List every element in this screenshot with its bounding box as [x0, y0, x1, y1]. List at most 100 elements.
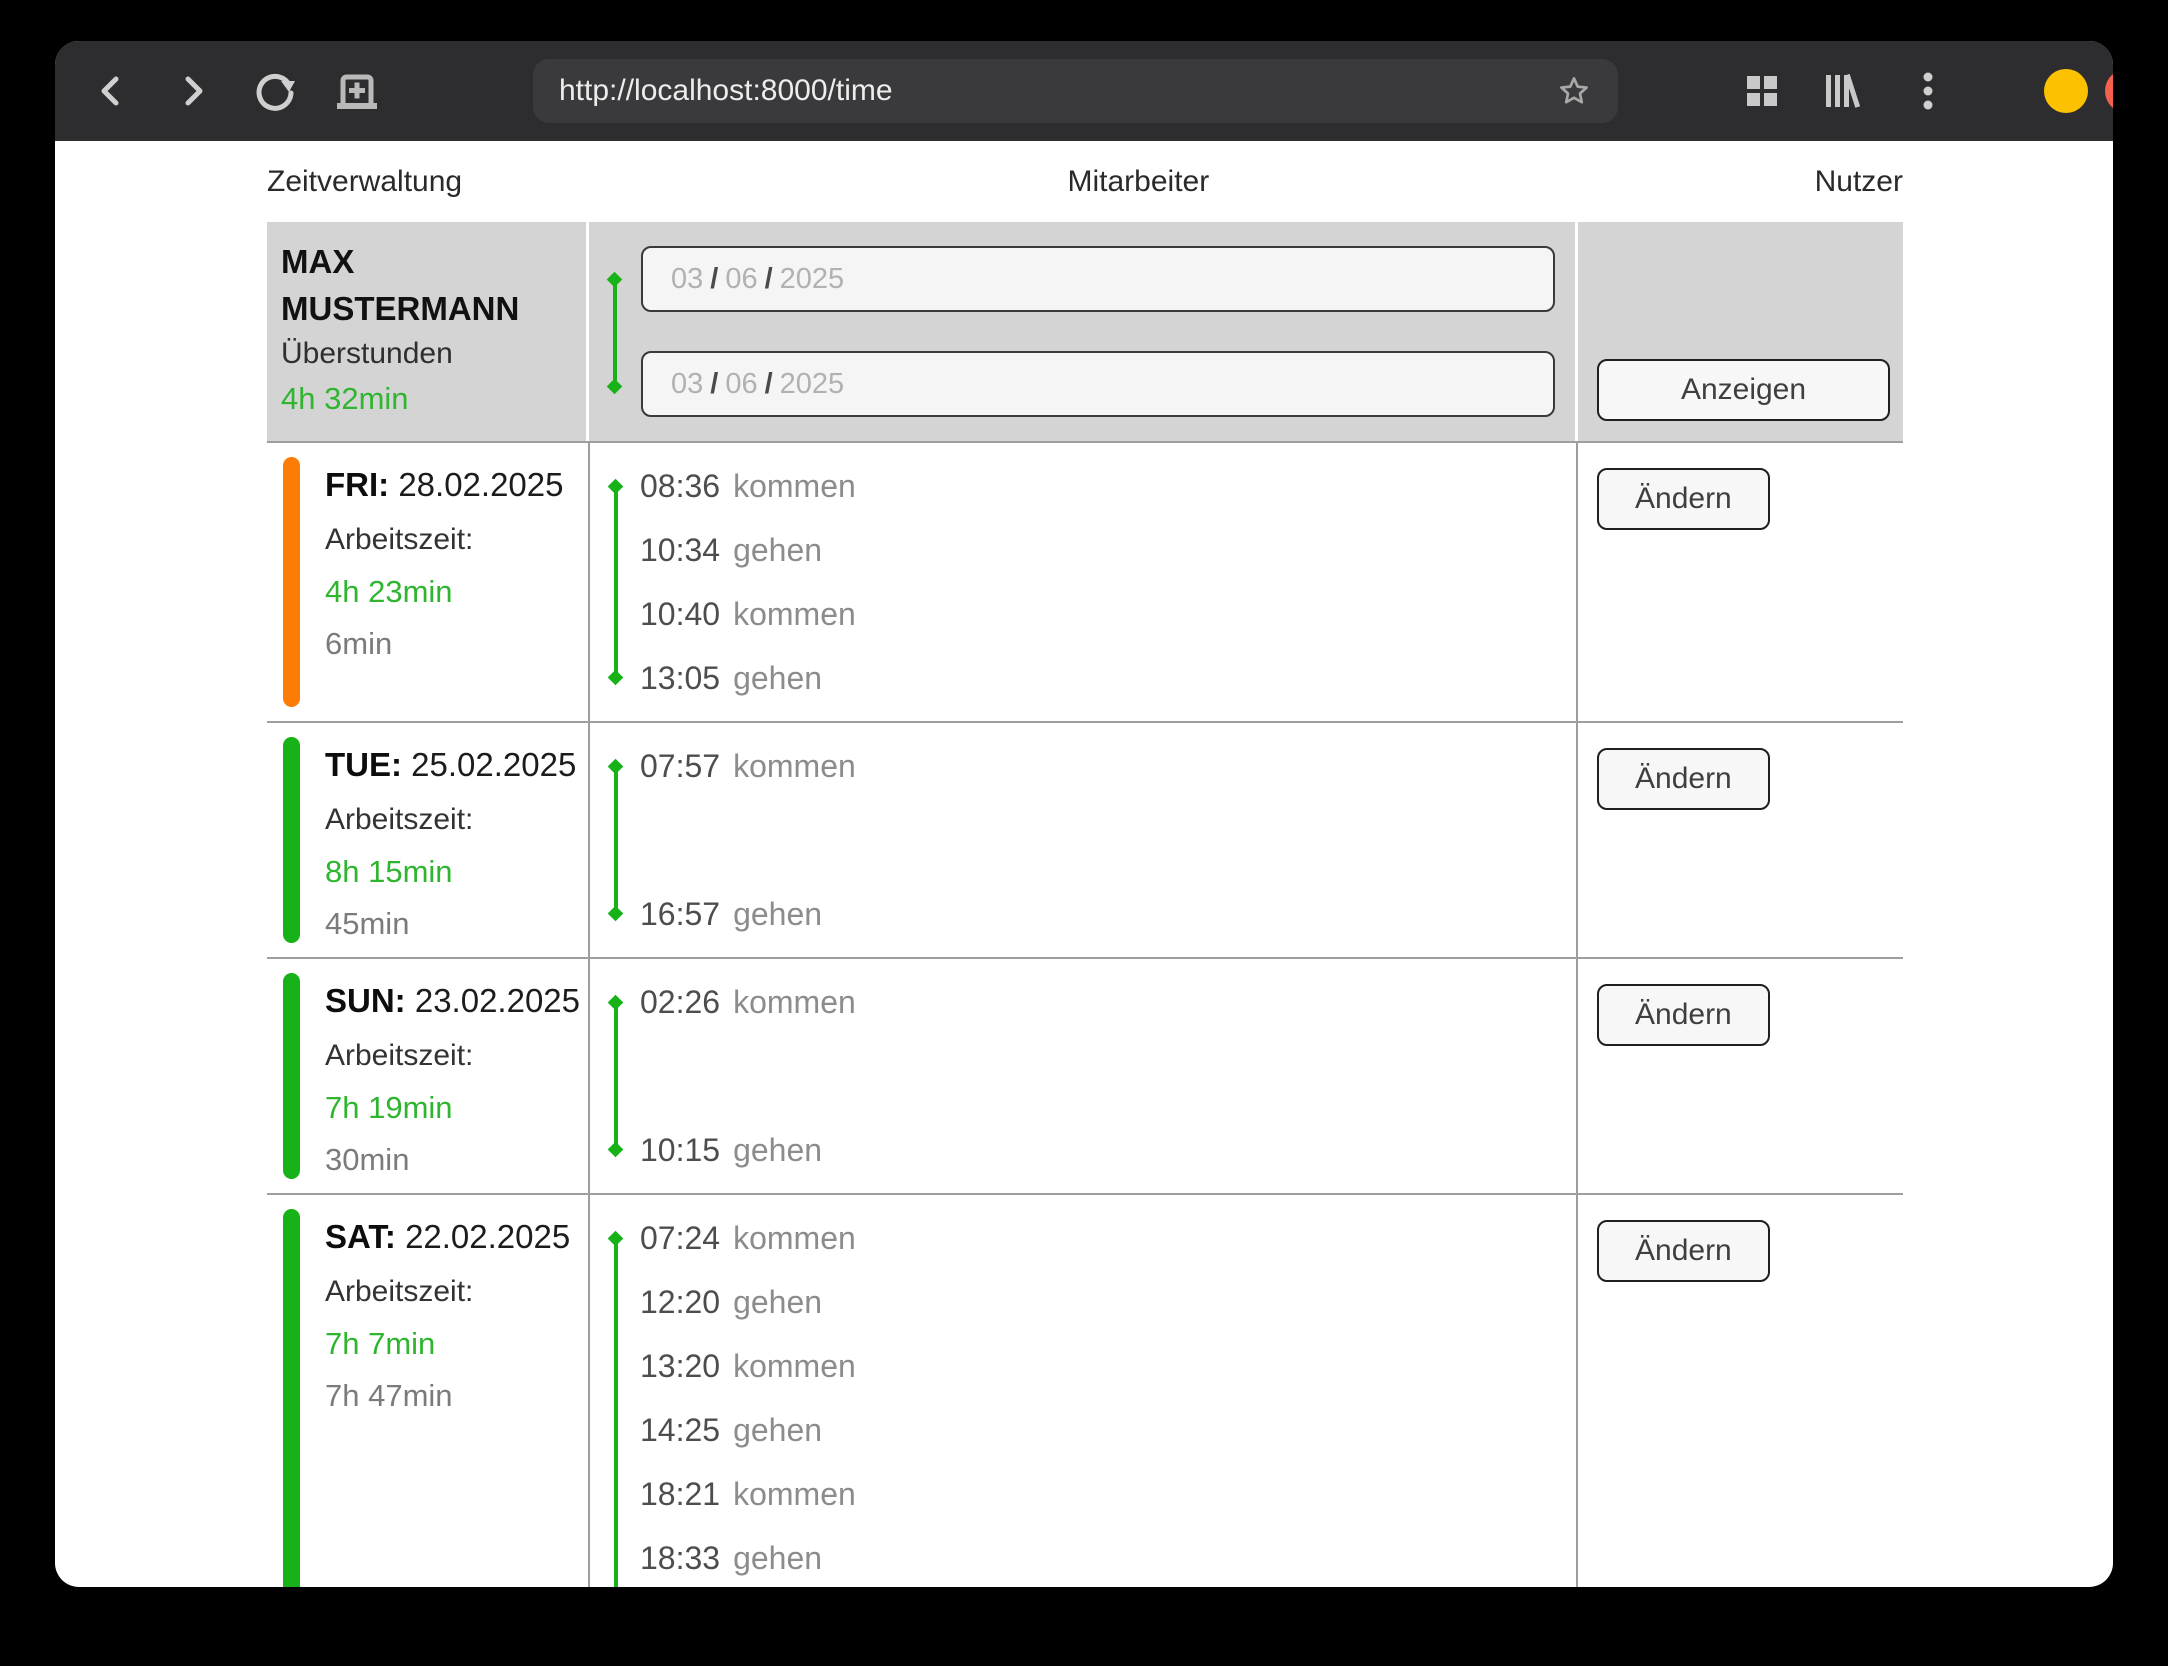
- browser-window: http://localhost:8000/time: [55, 41, 2113, 1587]
- worktime-label: Arbeitszeit:: [325, 801, 588, 839]
- break-value: 45min: [325, 905, 588, 943]
- aendern-button[interactable]: Ändern: [1597, 468, 1770, 530]
- break-value: 30min: [325, 1141, 588, 1179]
- aendern-button[interactable]: Ändern: [1597, 1220, 1770, 1282]
- worktime-label: Arbeitszeit:: [325, 521, 588, 559]
- day-status-bar: [283, 457, 300, 707]
- table-rows: FRI: 28.02.2025 Arbeitszeit: 4h 23min 6m…: [267, 441, 1903, 1587]
- entry-time: 07:57: [640, 748, 720, 785]
- worktime-label: Arbeitszeit:: [325, 1037, 588, 1075]
- worktime-value: 4h 23min: [325, 573, 588, 611]
- main-nav: Zeitverwaltung Mitarbeiter Nutzer: [267, 141, 1903, 222]
- date-from-input[interactable]: 03/06/2025: [641, 246, 1555, 312]
- table-row: FRI: 28.02.2025 Arbeitszeit: 4h 23min 6m…: [267, 441, 1903, 721]
- table-row: SUN: 23.02.2025 Arbeitszeit: 7h 19min 30…: [267, 957, 1903, 1193]
- table-header-row: MAX MUSTERMANN Überstunden 4h 32min 03/0…: [267, 222, 1903, 441]
- day-status-bar: [283, 973, 300, 1179]
- time-entries-cell: 08:36kommen10:34gehen10:40kommen13:05geh…: [588, 443, 1576, 721]
- date-from-day: 03: [671, 263, 703, 296]
- entry-type: gehen: [733, 896, 822, 933]
- timeline-line: [614, 766, 618, 914]
- tab-overview-icon[interactable]: [1736, 65, 1788, 117]
- menu-kebab-icon[interactable]: [1902, 65, 1954, 117]
- page-content: Zeitverwaltung Mitarbeiter Nutzer MAX MU…: [55, 141, 2113, 1587]
- break-value: 7h 47min: [325, 1377, 588, 1415]
- row-action-cell: Ändern: [1576, 959, 1903, 1193]
- bookmark-star-icon[interactable]: [1556, 73, 1592, 109]
- date-to-month: 06: [725, 368, 757, 401]
- entry-type: gehen: [733, 1540, 822, 1577]
- employee-name-line1: MAX: [281, 238, 586, 285]
- toolbar-right-icons: [1736, 65, 1985, 117]
- forward-icon[interactable]: [167, 65, 219, 117]
- entry-type: kommen: [733, 748, 856, 785]
- date-to-year: 2025: [780, 368, 845, 401]
- entry-time: 10:40: [640, 596, 720, 633]
- entry-type: gehen: [733, 1284, 822, 1321]
- table-row: SAT: 22.02.2025 Arbeitszeit: 7h 7min 7h …: [267, 1193, 1903, 1587]
- time-entry: 16:57gehen: [640, 882, 1576, 946]
- entry-time: 02:26: [640, 984, 720, 1021]
- entry-type: kommen: [733, 1476, 856, 1513]
- entry-time: 08:36: [640, 468, 720, 505]
- time-entry: 07:24kommen: [640, 1206, 1576, 1270]
- entry-type: kommen: [733, 596, 856, 633]
- url-text[interactable]: http://localhost:8000/time: [559, 74, 1556, 108]
- timeline-line: [614, 486, 618, 678]
- time-table: MAX MUSTERMANN Überstunden 4h 32min 03/0…: [267, 222, 1903, 1587]
- nav-item-nutzer[interactable]: Nutzer: [1815, 165, 1903, 199]
- time-entry: 08:36 kommen: [640, 454, 1576, 518]
- entry-time: 13:05: [640, 660, 720, 697]
- anzeigen-button[interactable]: Anzeigen: [1597, 359, 1890, 421]
- time-entries-cell: 07:57 kommen 16:57gehen: [588, 723, 1576, 957]
- date-from-year: 2025: [780, 263, 845, 296]
- row-action-cell: Ändern: [1576, 723, 1903, 957]
- date-range-cell: 03/06/2025 03/06/2025: [589, 222, 1575, 441]
- time-entry: 10:15gehen: [640, 1118, 1576, 1182]
- time-entries-cell: 07:24kommen12:20gehen13:20kommen14:25geh…: [588, 1195, 1576, 1587]
- entry-type: kommen: [733, 468, 856, 505]
- entry-time: 18:21: [640, 1476, 720, 1513]
- entry-type: kommen: [733, 1348, 856, 1385]
- time-entry: 07:57 kommen: [640, 734, 1576, 798]
- back-icon[interactable]: [85, 65, 137, 117]
- aendern-button[interactable]: Ändern: [1597, 748, 1770, 810]
- close-button[interactable]: [2105, 69, 2113, 113]
- entry-type: gehen: [733, 1132, 822, 1169]
- day-label: SAT:: [325, 1218, 396, 1255]
- date-from-month: 06: [725, 263, 757, 296]
- entry-time: 07:24: [640, 1220, 720, 1257]
- date-range-timeline: [613, 279, 617, 387]
- entry-time: 10:34: [640, 532, 720, 569]
- library-icon[interactable]: [1819, 65, 1871, 117]
- header-action-cell: Anzeigen: [1578, 222, 1903, 441]
- day-label: TUE:: [325, 746, 402, 783]
- nav-item-zeitverwaltung[interactable]: Zeitverwaltung: [267, 165, 462, 199]
- row-action-cell: Ändern: [1576, 1195, 1903, 1587]
- day-date: 22.02.2025: [405, 1218, 570, 1255]
- day-status-bar: [283, 737, 300, 943]
- address-bar[interactable]: http://localhost:8000/time: [533, 59, 1618, 123]
- day-date: 23.02.2025: [415, 982, 580, 1019]
- time-entry: 10:34gehen: [640, 518, 1576, 582]
- reload-icon[interactable]: [249, 65, 301, 117]
- aendern-button[interactable]: Ändern: [1597, 984, 1770, 1046]
- overtime-value: 4h 32min: [281, 376, 586, 421]
- break-value: 6min: [325, 625, 588, 663]
- worktime-value: 8h 15min: [325, 853, 588, 891]
- worktime-value: 7h 19min: [325, 1089, 588, 1127]
- employee-summary: MAX MUSTERMANN Überstunden 4h 32min: [267, 222, 586, 441]
- timeline-line: [614, 1238, 618, 1587]
- date-to-input[interactable]: 03/06/2025: [641, 351, 1555, 417]
- worktime-label: Arbeitszeit:: [325, 1273, 588, 1311]
- entry-type: kommen: [733, 984, 856, 1021]
- date-to-day: 03: [671, 368, 703, 401]
- new-tab-icon[interactable]: [331, 65, 383, 117]
- minimize-button[interactable]: [2044, 69, 2088, 113]
- nav-item-mitarbeiter[interactable]: Mitarbeiter: [1068, 165, 1210, 199]
- time-entries-cell: 02:26 kommen 10:15gehen: [588, 959, 1576, 1193]
- entry-time: 18:33: [640, 1540, 720, 1577]
- table-row: TUE: 25.02.2025 Arbeitszeit: 8h 15min 45…: [267, 721, 1903, 957]
- time-entry: 02:26 kommen: [640, 970, 1576, 1034]
- day-label: FRI:: [325, 466, 389, 503]
